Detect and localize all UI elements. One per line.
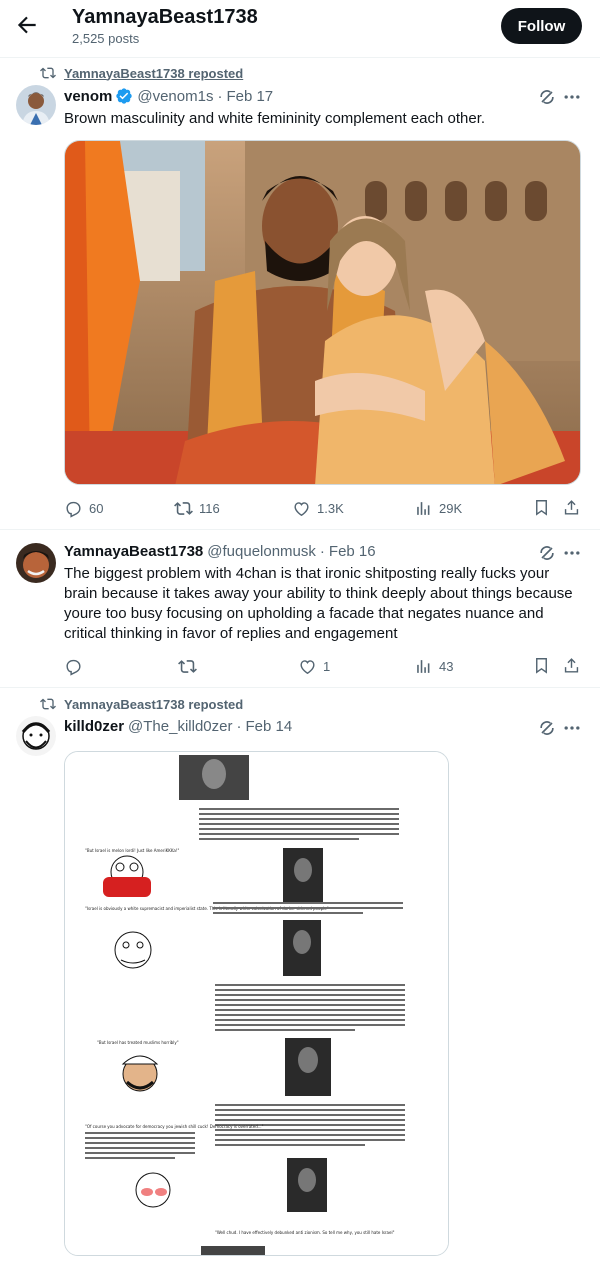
- avatar-photo: [16, 85, 56, 125]
- repost-label[interactable]: YamnayaBeast1738 reposted: [64, 697, 243, 712]
- tweet-photo[interactable]: [64, 140, 581, 485]
- avatar[interactable]: [16, 716, 56, 756]
- heart-icon: [300, 659, 315, 674]
- grok-icon[interactable]: [537, 87, 557, 107]
- tweet-text: Brown masculinity and white femininity c…: [64, 110, 486, 127]
- verified-badge-icon: [116, 88, 133, 104]
- meme-quote-1: "But Israel is melon lordi! Just like Am…: [85, 848, 179, 853]
- tweet-text: The biggest problem with 4chan is that i…: [64, 565, 573, 642]
- heart-icon: [294, 501, 309, 516]
- views-icon: [417, 659, 430, 673]
- views-button[interactable]: 43: [414, 656, 453, 676]
- meme-quote-3: "But Israel has treated muslims horribly…: [97, 1040, 179, 1045]
- more-icon[interactable]: [562, 87, 582, 107]
- repost-count: 116: [199, 500, 220, 516]
- avatar[interactable]: [16, 543, 56, 583]
- profile-header: YamnayaBeast1738 2,525 posts Follow: [0, 0, 600, 58]
- photo-couple-image: [65, 141, 580, 484]
- handle[interactable]: @fuquelonmusk: [207, 543, 316, 560]
- repost-icon: [178, 659, 197, 673]
- post-count: 2,525 posts: [72, 31, 140, 46]
- repost-icon: [40, 698, 56, 710]
- like-count: 1: [323, 658, 331, 674]
- timestamp[interactable]: Feb 14: [245, 718, 292, 735]
- display-name[interactable]: killd0zer: [64, 718, 124, 735]
- display-name[interactable]: venom: [64, 88, 112, 105]
- repost-button[interactable]: 116: [174, 498, 220, 518]
- repost-button[interactable]: [178, 656, 203, 676]
- bookmark-icon[interactable]: [532, 498, 551, 517]
- tweet-meta: killd0zer @The_killd0zer · Feb 14: [64, 718, 292, 735]
- repost-indicator: YamnayaBeast1738 reposted: [40, 696, 243, 712]
- repost-label[interactable]: YamnayaBeast1738 reposted: [64, 66, 243, 81]
- display-name[interactable]: YamnayaBeast1738: [64, 543, 203, 560]
- views-icon: [417, 501, 430, 515]
- views-button[interactable]: 29K: [414, 498, 462, 518]
- repost-indicator: YamnayaBeast1738 reposted: [40, 65, 243, 81]
- like-button[interactable]: 1.3K: [292, 498, 344, 518]
- reply-button[interactable]: [64, 656, 89, 676]
- more-icon[interactable]: [562, 718, 582, 738]
- avatar-photo: [16, 543, 56, 583]
- tweet-meme-image[interactable]: "But Israel is melon lordi! Just like Am…: [64, 751, 449, 1256]
- grok-icon[interactable]: [537, 718, 557, 738]
- like-count: 1.3K: [317, 500, 344, 516]
- separator-dot: ·: [217, 87, 223, 105]
- separator-dot: ·: [319, 543, 325, 560]
- like-button[interactable]: 1: [298, 656, 330, 676]
- handle[interactable]: @venom1s: [137, 88, 213, 105]
- profile-name: YamnayaBeast1738: [72, 6, 258, 28]
- repost-icon: [40, 67, 56, 79]
- separator-dot: ·: [236, 718, 242, 735]
- timestamp[interactable]: Feb 16: [329, 543, 376, 560]
- meme-graphic: "But Israel is melon lordi! Just like Am…: [65, 752, 448, 1255]
- meme-quote-4: "Of course you advocate for democracy yo…: [85, 1124, 264, 1129]
- action-bar: 1 43: [64, 656, 584, 676]
- action-bar: 60 116 1.3K 29K: [64, 498, 584, 518]
- tweet-meta: YamnayaBeast1738 @fuquelonmusk · Feb 16: [64, 543, 376, 560]
- view-count: 29K: [439, 500, 463, 516]
- meme-quote-5: "Well chud. I have effectively debunked …: [215, 1230, 395, 1235]
- avatar-drawing: [16, 716, 56, 756]
- more-icon[interactable]: [562, 543, 582, 563]
- bookmark-icon[interactable]: [532, 656, 551, 675]
- reply-count: 60: [89, 500, 104, 516]
- follow-button[interactable]: Follow: [501, 8, 582, 44]
- share-icon[interactable]: [562, 498, 581, 517]
- tweet-meta: venom @venom1s · Feb 17: [64, 87, 273, 105]
- repost-icon: [174, 501, 193, 515]
- reply-button[interactable]: 60: [64, 498, 103, 518]
- timestamp[interactable]: Feb 17: [226, 88, 273, 105]
- avatar[interactable]: [16, 85, 56, 125]
- reply-icon: [66, 501, 81, 518]
- reply-icon: [66, 659, 81, 676]
- tweet[interactable]: YamnayaBeast1738 @fuquelonmusk · Feb 16 …: [0, 531, 600, 688]
- view-count: 43: [439, 658, 454, 674]
- share-icon[interactable]: [562, 656, 581, 675]
- handle[interactable]: @The_killd0zer: [128, 718, 232, 735]
- grok-icon[interactable]: [537, 543, 557, 563]
- back-arrow-icon[interactable]: [14, 12, 40, 38]
